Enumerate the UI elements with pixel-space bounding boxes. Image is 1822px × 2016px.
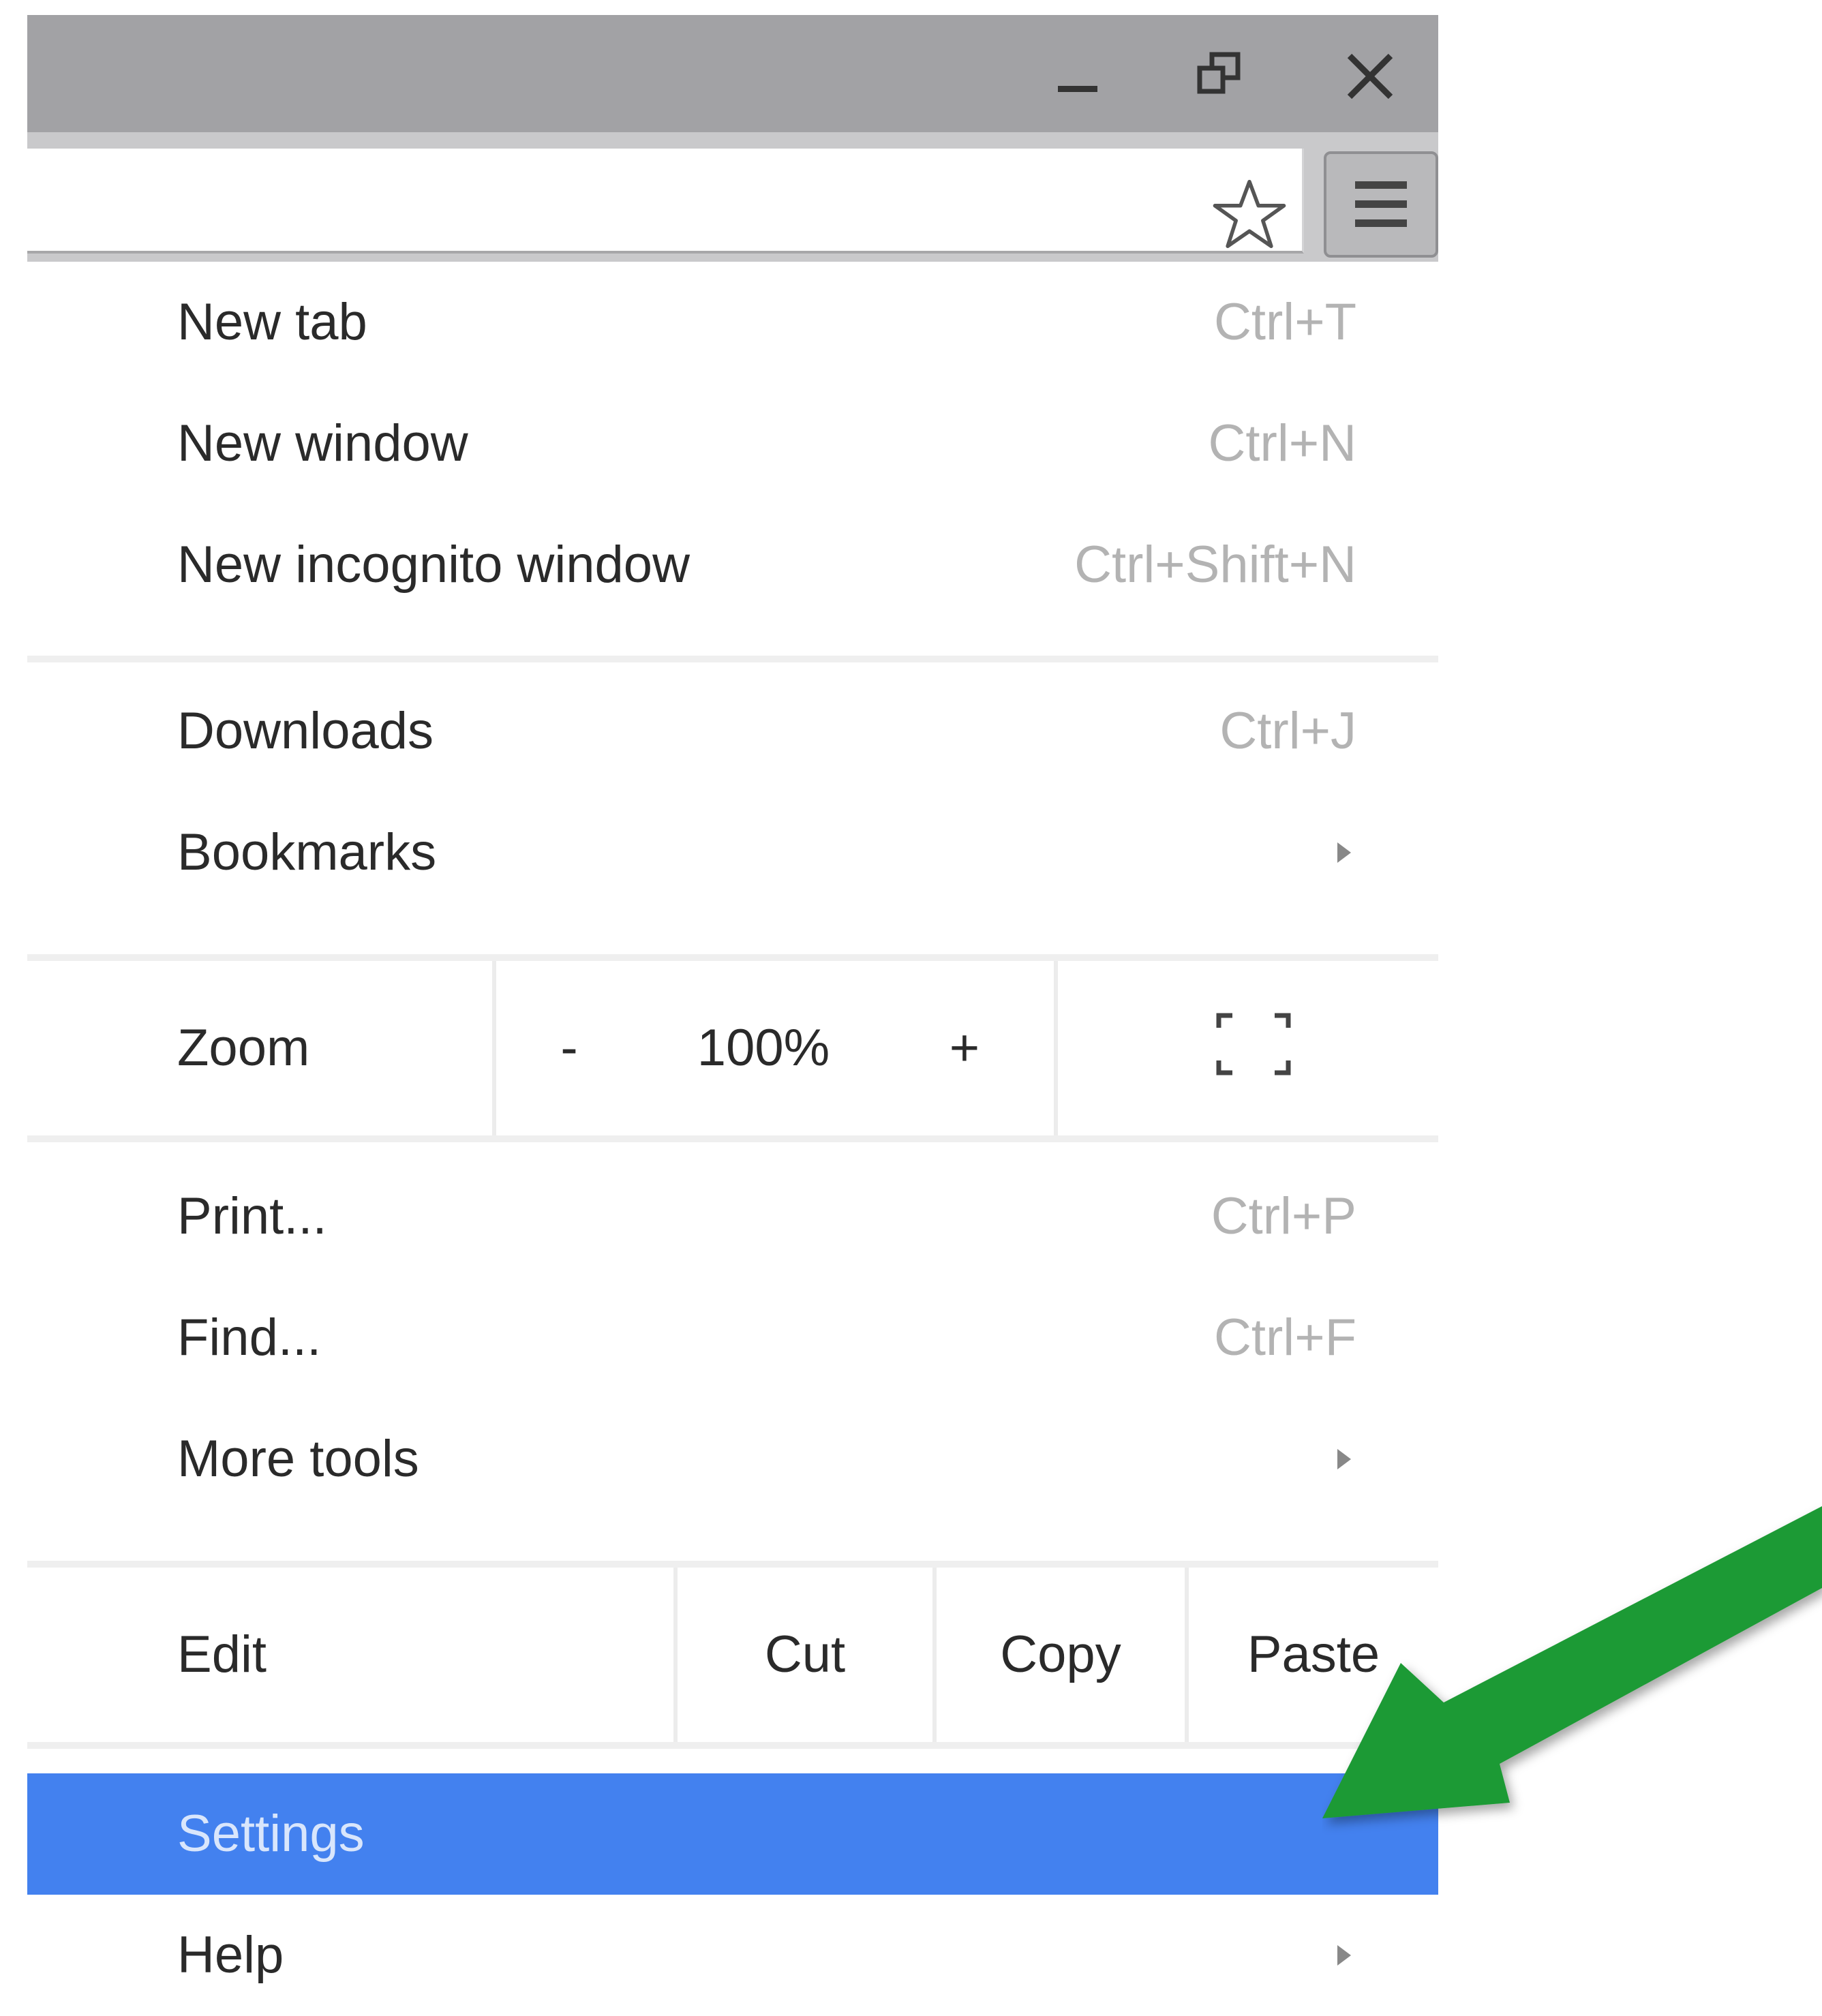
menu-item-bookmarks[interactable]: Bookmarks (27, 792, 1438, 913)
menu-separator (27, 1561, 1438, 1568)
fullscreen-icon (1216, 1013, 1291, 1075)
fullscreen-button[interactable] (1058, 961, 1438, 1135)
shortcut-label: Ctrl+P (1211, 1187, 1356, 1245)
menu-item-new-incognito-window[interactable]: New incognito window Ctrl+Shift+N (27, 504, 1438, 626)
submenu-arrow-icon (1337, 842, 1351, 863)
menu-item-new-window[interactable]: New window Ctrl+N (27, 383, 1438, 504)
menu-item-help[interactable]: Help (27, 1895, 1438, 2016)
menu-item-label: Find... (177, 1309, 322, 1366)
restore-icon[interactable] (1186, 42, 1254, 110)
minimize-icon[interactable] (1043, 42, 1111, 110)
menu-item-settings[interactable]: Settings (27, 1773, 1438, 1895)
submenu-arrow-icon (1337, 1945, 1351, 1966)
menu-separator (27, 656, 1438, 662)
menu-separator (27, 1135, 1438, 1142)
edit-label: Edit (177, 1625, 267, 1683)
menu-item-label: Print... (177, 1187, 327, 1245)
menu-item-label: New tab (177, 293, 367, 351)
hamburger-menu-icon[interactable] (1324, 151, 1438, 258)
annotation-arrow-icon (1322, 1506, 1822, 1818)
menu-item-label: New window (177, 414, 468, 472)
menu-separator (27, 1742, 1438, 1749)
menu-item-label: More tools (177, 1430, 419, 1488)
zoom-label: Zoom (177, 1019, 310, 1077)
star-icon[interactable] (1212, 177, 1287, 252)
menu-separator (27, 954, 1438, 961)
zoom-level: 100% (697, 1019, 830, 1077)
shortcut-label: Ctrl+N (1208, 414, 1356, 472)
edit-row: Edit Cut Copy Paste (27, 1568, 1438, 1742)
menu-item-label: Help (177, 1926, 284, 1984)
menu-item-label: Bookmarks (177, 823, 437, 881)
shortcut-label: Ctrl+Shift+N (1074, 536, 1356, 594)
menu-item-label: Settings (177, 1805, 365, 1863)
submenu-arrow-icon (1337, 1449, 1351, 1469)
menu-item-new-tab[interactable]: New tab Ctrl+T (27, 262, 1438, 383)
shortcut-label: Ctrl+F (1214, 1309, 1356, 1366)
chrome-main-menu: New tab Ctrl+T New window Ctrl+N New inc… (27, 262, 1438, 1984)
menu-item-label: Downloads (177, 702, 434, 760)
shortcut-label: Ctrl+J (1219, 702, 1356, 760)
address-bar[interactable] (27, 149, 1304, 254)
cell-divider (492, 961, 496, 1135)
close-icon[interactable] (1336, 42, 1404, 110)
menu-item-downloads[interactable]: Downloads Ctrl+J (27, 671, 1438, 792)
menu-item-find[interactable]: Find... Ctrl+F (27, 1277, 1438, 1399)
cut-button[interactable]: Cut (678, 1568, 932, 1742)
menu-item-print[interactable]: Print... Ctrl+P (27, 1156, 1438, 1277)
browser-toolbar (27, 132, 1438, 262)
copy-button[interactable]: Copy (937, 1568, 1185, 1742)
shortcut-label: Ctrl+T (1214, 293, 1356, 351)
menu-item-more-tools[interactable]: More tools (27, 1399, 1438, 1520)
zoom-in-button[interactable]: + (927, 961, 1002, 1135)
zoom-row: Zoom - 100% + (27, 961, 1438, 1135)
menu-item-label: New incognito window (177, 536, 690, 594)
zoom-out-button[interactable]: - (532, 961, 607, 1135)
window-title-bar (27, 15, 1438, 132)
